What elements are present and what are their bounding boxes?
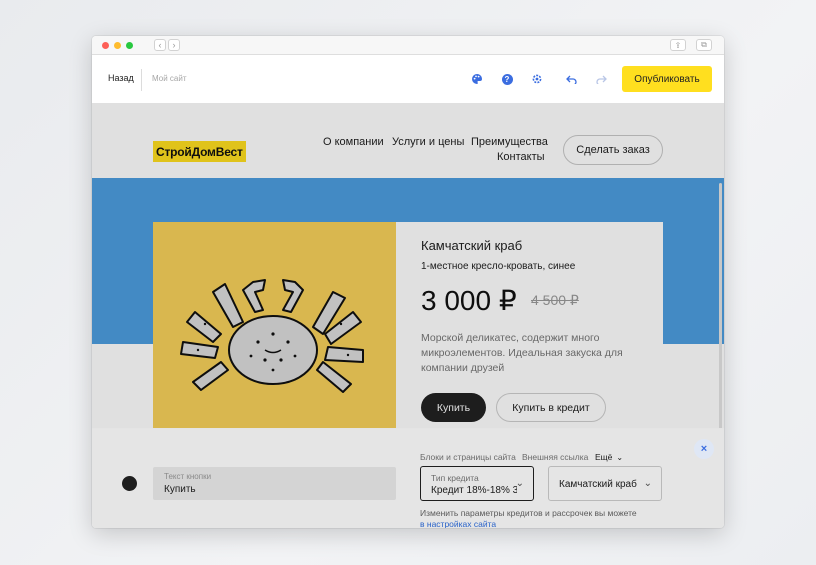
settings-icon[interactable] (528, 70, 546, 88)
redo-icon[interactable] (592, 70, 610, 88)
menu-item-services[interactable]: Услуги и цены (392, 136, 464, 148)
menu-item-about[interactable]: О компании (323, 136, 384, 148)
menu-item-advantages[interactable]: Преимущества (471, 136, 548, 148)
tab-external-link[interactable]: Внешняя ссылка (522, 452, 588, 462)
tab-more[interactable]: Ещё ⌄ (595, 452, 623, 462)
credit-type-select[interactable]: Тип кредита Кредит 18%-18% 3 ⌄ (420, 466, 534, 501)
button-text-field[interactable]: Текст кнопки Купить (153, 467, 396, 500)
site-settings-link[interactable]: в настройках сайта (420, 519, 496, 528)
chevron-down-icon: ⌄ (643, 478, 652, 489)
product-price: 3 000 ₽ (421, 285, 517, 316)
close-icon[interactable]: × (694, 439, 714, 459)
minimize-window-button[interactable] (114, 42, 121, 49)
back-link[interactable]: Назад (108, 73, 134, 83)
button-settings-panel: Текст кнопки Купить Блоки и страницы сай… (92, 428, 724, 528)
site-logo[interactable]: СтройДомВест (153, 141, 246, 162)
editor-toolbar: Назад Мой сайт ? Опубликовать (92, 55, 724, 103)
credit-type-value: Кредит 18%-18% 3 (431, 485, 517, 496)
product-old-price: 4 500 ₽ (531, 292, 579, 308)
share-icon[interactable]: ⇪ (670, 39, 686, 51)
tab-site-pages[interactable]: Блоки и страницы сайта (420, 452, 516, 462)
menu-item-contacts[interactable]: Контакты (497, 151, 545, 163)
window-titlebar: ‹ › ⇪ ⧉ (92, 36, 724, 55)
credit-settings-hint: Изменить параметры кредитов и рассрочек … (420, 508, 637, 518)
help-icon[interactable]: ? (498, 70, 516, 88)
chevron-down-icon: ⌄ (515, 478, 524, 489)
credit-type-label: Тип кредита (431, 473, 479, 483)
product-select[interactable]: Камчатский краб ⌄ (548, 466, 662, 501)
close-window-button[interactable] (102, 42, 109, 49)
button-text-value[interactable]: Купить (164, 484, 196, 495)
product-select-value: Камчатский краб (559, 479, 637, 490)
toolbar-divider (141, 69, 142, 91)
button-text-label: Текст кнопки (164, 472, 212, 481)
buy-button[interactable]: Купить (421, 393, 486, 422)
product-description: Морской деликатес, содержит много микроэ… (421, 332, 623, 374)
publish-button[interactable]: Опубликовать (622, 66, 712, 92)
product-title: Камчатский краб (421, 238, 523, 253)
tab-more-label: Ещё (595, 452, 613, 462)
button-color-swatch[interactable] (122, 476, 137, 491)
browser-back-icon[interactable]: ‹ (154, 39, 166, 51)
maximize-window-button[interactable] (126, 42, 133, 49)
browser-window: ‹ › ⇪ ⧉ Назад Мой сайт ? Опубликовать Ст… (92, 36, 724, 528)
undo-icon[interactable] (562, 70, 580, 88)
palette-icon[interactable] (468, 70, 486, 88)
site-name: Мой сайт (152, 74, 187, 83)
product-subtitle: 1-местное кресло-кровать, синее (421, 261, 576, 272)
order-button[interactable]: Сделать заказ (563, 135, 663, 165)
crab-illustration (180, 279, 364, 393)
tabs-icon[interactable]: ⧉ (696, 39, 712, 51)
browser-forward-icon[interactable]: › (168, 39, 180, 51)
chevron-down-icon: ⌄ (616, 453, 624, 462)
buy-on-credit-button[interactable]: Купить в кредит (496, 393, 606, 422)
